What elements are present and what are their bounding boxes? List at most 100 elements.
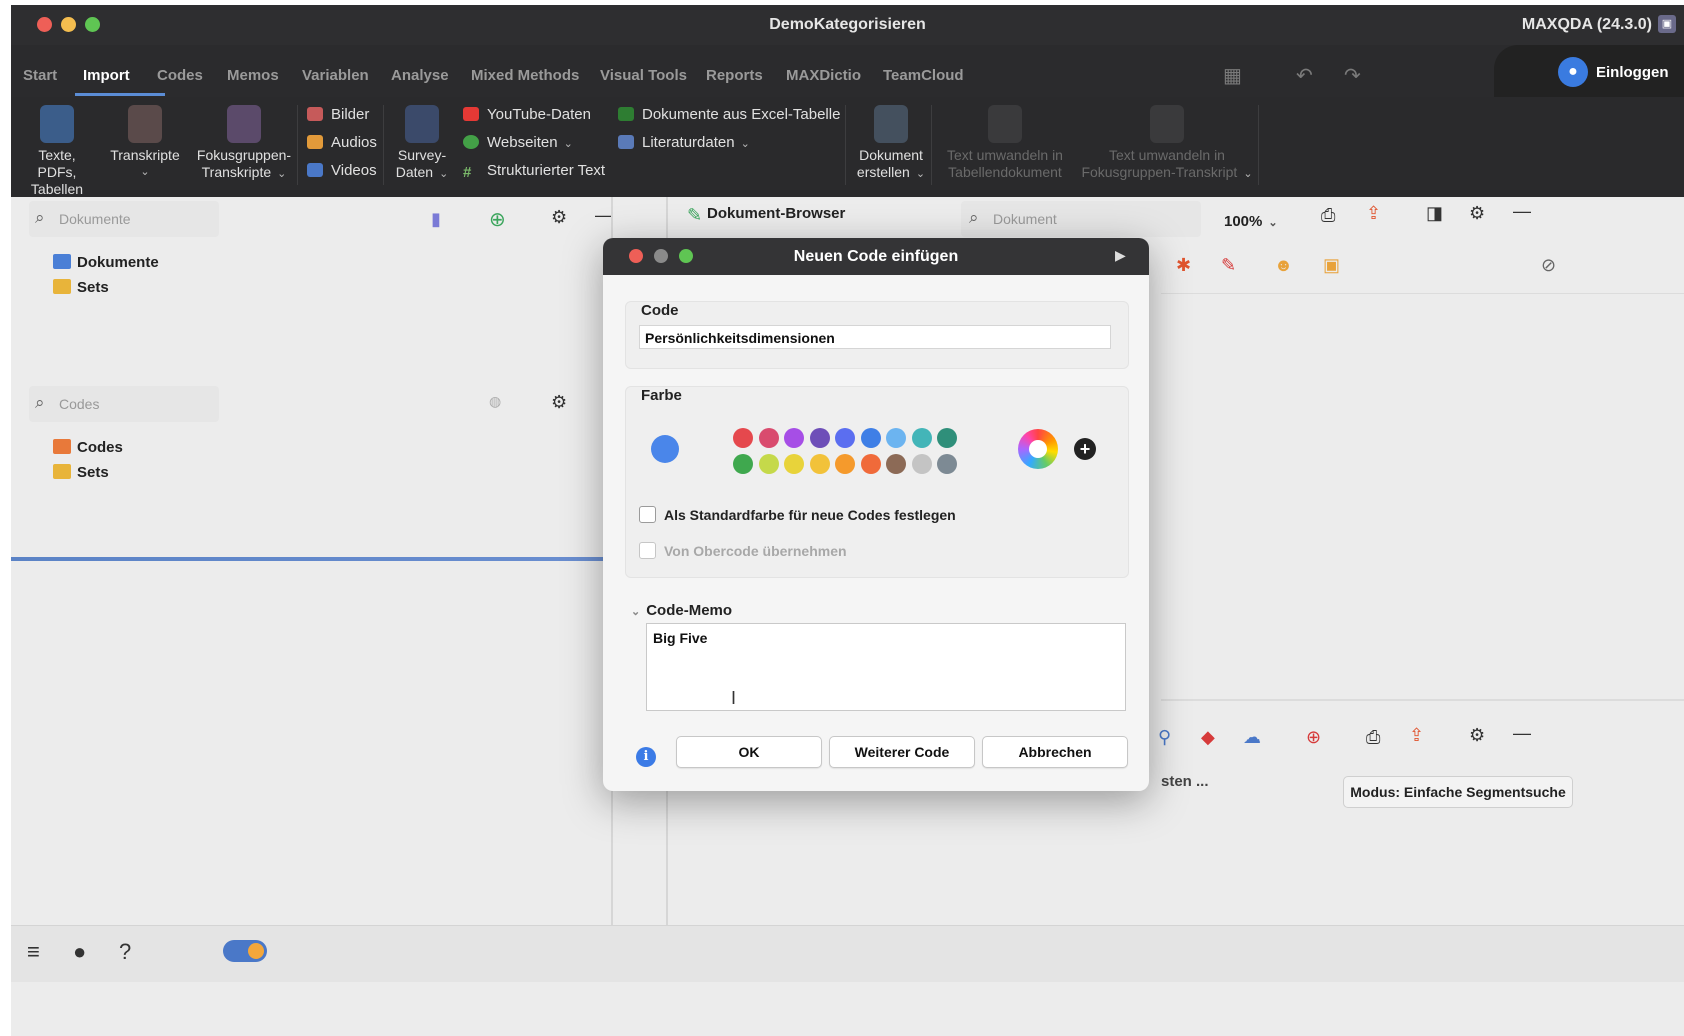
tree-item-codes[interactable]: Codes bbox=[53, 439, 123, 456]
tab-import[interactable]: Import bbox=[83, 67, 130, 84]
document-search-input[interactable]: ⌕ Dokument bbox=[961, 201, 1201, 237]
export-icon[interactable]: ⇪ bbox=[1409, 725, 1424, 746]
zoom-select[interactable]: 100% ⌄ bbox=[1224, 213, 1278, 230]
tab-maxdictio[interactable]: MAXDictio bbox=[786, 67, 861, 84]
login-button[interactable]: Einloggen bbox=[1596, 64, 1669, 81]
add-code-segment-icon[interactable]: ⊕ bbox=[1306, 727, 1321, 748]
search-mode-button[interactable]: Modus: Einfache Segmentsuche bbox=[1343, 776, 1573, 808]
gear-icon[interactable]: ⚙ bbox=[1469, 725, 1485, 746]
document-set-icon[interactable]: ▮ bbox=[431, 209, 441, 230]
import-survey-button[interactable]: Survey- Daten ⌄ bbox=[389, 97, 455, 183]
import-youtube-button[interactable]: YouTube-Daten bbox=[463, 106, 591, 123]
print-icon[interactable]: ⎙ bbox=[1366, 727, 1380, 748]
color-swatch[interactable] bbox=[937, 428, 957, 448]
color-swatch[interactable] bbox=[911, 454, 932, 474]
color-swatch[interactable] bbox=[758, 428, 779, 448]
print-icon[interactable]: ⎙ bbox=[1321, 205, 1335, 226]
calculator-icon[interactable]: ▦ bbox=[1223, 63, 1242, 88]
codes-search-input[interactable]: ⌕ Codes bbox=[29, 386, 219, 422]
mode-toggle[interactable] bbox=[223, 940, 267, 962]
documents-search-input[interactable]: ⌕ Dokumente bbox=[29, 201, 219, 237]
redo-icon[interactable]: ↷ bbox=[1344, 63, 1361, 88]
import-excel-button[interactable]: Dokumente aus Excel-Tabelle bbox=[618, 106, 840, 123]
color-swatch[interactable] bbox=[784, 454, 804, 474]
color-swatch[interactable] bbox=[860, 428, 881, 448]
chat-icon[interactable]: ● bbox=[73, 939, 86, 965]
highlighter-icon[interactable]: ✎ bbox=[1221, 255, 1236, 276]
color-wheel-icon[interactable] bbox=[1018, 429, 1058, 469]
edit-document-icon[interactable]: ✎ bbox=[687, 205, 702, 226]
color-swatch[interactable] bbox=[911, 428, 932, 448]
tab-codes[interactable]: Codes bbox=[157, 67, 203, 84]
split-view-icon[interactable]: ◨ bbox=[1426, 203, 1443, 224]
tree-item-dokumente[interactable]: Dokumente bbox=[53, 254, 159, 271]
tab-memos[interactable]: Memos bbox=[227, 67, 279, 84]
undo-icon[interactable]: ↶ bbox=[1296, 63, 1313, 88]
convert-to-table-button[interactable]: Text umwandeln in Tabellendokument bbox=[937, 97, 1073, 181]
convert-to-focus-transcript-button[interactable]: Text umwandeln in Fokusgruppen-Transkrip… bbox=[1077, 97, 1257, 183]
next-code-button[interactable]: Weiterer Code bbox=[829, 736, 975, 768]
import-videos-button[interactable]: Videos bbox=[307, 162, 377, 179]
import-literature-button[interactable]: Literaturdaten ⌄ bbox=[618, 134, 750, 151]
color-swatch[interactable] bbox=[809, 454, 830, 474]
import-texts-button[interactable]: Texte, PDFs, Tabellen bbox=[17, 97, 97, 198]
ok-button[interactable]: OK bbox=[676, 736, 822, 768]
tab-start[interactable]: Start bbox=[23, 67, 57, 84]
color-swatch[interactable] bbox=[886, 428, 906, 448]
compass-icon[interactable]: ⊘ bbox=[1541, 255, 1556, 276]
memo-add-icon[interactable]: ▣ bbox=[1323, 255, 1340, 276]
minimize-pane-icon[interactable]: — bbox=[1513, 201, 1531, 222]
gear-icon[interactable]: ⚙ bbox=[1469, 203, 1485, 224]
tab-variablen[interactable]: Variablen bbox=[302, 67, 369, 84]
inherit-parent-checkbox[interactable]: Von Obercode übernehmen bbox=[639, 542, 847, 559]
video-help-icon[interactable]: ▶ bbox=[1115, 247, 1137, 263]
info-icon[interactable]: i bbox=[636, 747, 656, 767]
import-transcripts-button[interactable]: Transkripte ⌄ bbox=[107, 97, 183, 181]
retrieve-settings-icon[interactable]: ⚲ bbox=[1158, 727, 1171, 748]
code-name-input[interactable]: Persönlichkeitsdimensionen bbox=[639, 325, 1111, 349]
color-swatch[interactable] bbox=[886, 454, 906, 474]
color-swatch[interactable] bbox=[733, 454, 753, 474]
help-icon[interactable]: ? bbox=[119, 939, 131, 965]
cloud-icon[interactable]: ☁ bbox=[1243, 727, 1261, 748]
color-swatch[interactable] bbox=[758, 454, 779, 474]
import-audios-button[interactable]: Audios bbox=[307, 134, 377, 151]
cancel-button[interactable]: Abbrechen bbox=[982, 736, 1128, 768]
code-memo-textarea[interactable]: Big Five bbox=[646, 623, 1126, 711]
gear-icon[interactable]: ⚙ bbox=[551, 392, 567, 413]
tab-mixed-methods[interactable]: Mixed Methods bbox=[471, 67, 579, 84]
emoticon-icon[interactable]: ☻ bbox=[1274, 255, 1293, 276]
code-stripes-icon[interactable]: ✱ bbox=[1176, 255, 1191, 276]
color-swatch[interactable] bbox=[835, 454, 855, 474]
default-color-checkbox[interactable]: Als Standardfarbe für neue Codes festleg… bbox=[639, 506, 956, 523]
color-swatch[interactable] bbox=[937, 454, 957, 474]
code-memo-toggle[interactable]: ⌄ Code-Memo bbox=[631, 602, 732, 619]
color-swatch[interactable] bbox=[809, 428, 830, 448]
export-icon[interactable]: ⇪ bbox=[1366, 203, 1381, 224]
color-swatch[interactable] bbox=[733, 428, 753, 448]
add-color-button[interactable]: + bbox=[1074, 438, 1096, 460]
import-focus-groups-button[interactable]: Fokusgruppen- Transkripte ⌄ bbox=[191, 97, 297, 183]
new-code-icon[interactable]: ◍ bbox=[489, 393, 501, 410]
tree-item-document-sets[interactable]: Sets bbox=[53, 279, 109, 296]
color-swatch[interactable] bbox=[835, 428, 855, 448]
tree-item-code-sets[interactable]: Sets bbox=[53, 464, 109, 481]
user-avatar-icon[interactable]: ● bbox=[1558, 57, 1588, 87]
tab-analyse[interactable]: Analyse bbox=[391, 67, 449, 84]
color-swatch[interactable] bbox=[860, 454, 881, 474]
create-document-button[interactable]: Dokument erstellen ⌄ bbox=[851, 97, 931, 183]
activate-icon[interactable]: ◆ bbox=[1201, 727, 1215, 748]
sliders-icon[interactable]: ≡ bbox=[27, 939, 40, 965]
pane-divider[interactable] bbox=[11, 557, 611, 561]
import-images-button[interactable]: Bilder bbox=[307, 106, 369, 123]
minimize-pane-icon[interactable]: — bbox=[1513, 723, 1531, 744]
color-swatch[interactable] bbox=[784, 428, 804, 448]
add-document-icon[interactable]: ⊕ bbox=[489, 207, 506, 232]
tab-visual-tools[interactable]: Visual Tools bbox=[600, 67, 687, 84]
tab-teamcloud[interactable]: TeamCloud bbox=[883, 67, 964, 84]
gear-icon[interactable]: ⚙ bbox=[551, 207, 567, 228]
import-websites-button[interactable]: Webseiten ⌄ bbox=[463, 134, 573, 151]
import-structured-text-button[interactable]: # Strukturierter Text bbox=[463, 162, 605, 181]
selected-color-swatch[interactable] bbox=[651, 435, 679, 463]
tab-reports[interactable]: Reports bbox=[706, 67, 763, 84]
